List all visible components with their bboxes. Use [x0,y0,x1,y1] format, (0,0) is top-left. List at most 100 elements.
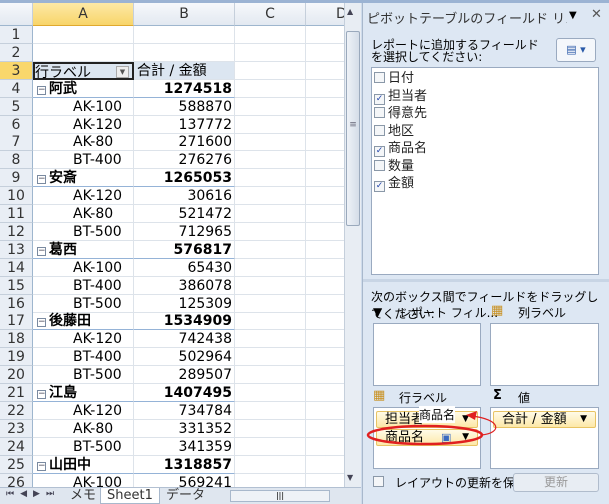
scroll-thumb[interactable]: ≡ [346,31,360,226]
cell-b[interactable]: 289507 [134,366,235,385]
cell-b[interactable]: 576817 [134,240,235,259]
cell-d[interactable] [306,420,344,438]
cell-c[interactable] [235,187,306,206]
cell-b[interactable]: 502964 [134,348,235,367]
field-item[interactable]: 地区 [374,123,414,140]
row-header[interactable]: 18 [0,330,33,349]
worksheet-grid[interactable]: A B C D 1 2 3 行ラベル ▼ 合計 / 金額 4 − 阿武 127451… [0,3,344,487]
cell-b[interactable]: 合計 / 金額 [134,61,235,80]
cell-a[interactable]: AK-100 [33,258,134,277]
cell-a[interactable]: AK-120 [33,330,134,349]
cell-c[interactable] [235,330,306,349]
cell-d[interactable] [306,456,344,474]
panel-menu-icon[interactable]: ▼ [569,10,577,21]
values-area[interactable]: 合計 / 金額 ▼ [490,407,599,469]
unchecked-checkbox-icon[interactable] [374,72,385,83]
row-header[interactable]: 17 [0,312,33,331]
row-header[interactable]: 23 [0,419,33,438]
row-header[interactable]: 13 [0,240,33,259]
row-header[interactable]: 26 [0,473,33,487]
cell-d[interactable] [306,44,344,62]
row-header[interactable]: 10 [0,187,33,206]
cell-d[interactable] [306,205,344,223]
cell-c[interactable] [235,473,306,487]
cell-a[interactable] [33,26,134,44]
cell-c[interactable] [235,384,306,402]
row-header[interactable]: 6 [0,115,33,134]
cell-a[interactable]: − 山田中 [33,455,134,474]
cell-d[interactable] [306,223,344,241]
row-header[interactable]: 12 [0,222,33,241]
cell-a[interactable]: − 阿武 [33,79,134,98]
collapse-icon[interactable]: − [37,85,46,95]
cell-d[interactable] [306,133,344,152]
cell-d[interactable] [306,348,344,367]
filter-dropdown-icon[interactable]: ▼ [116,65,129,78]
cell-b[interactable]: 521472 [134,205,235,223]
tab-memo[interactable]: メモ [64,488,102,504]
row-header[interactable]: 22 [0,401,33,420]
cell-a[interactable]: AK-120 [33,115,134,134]
column-header-c[interactable]: C [235,3,306,26]
row-header[interactable]: 24 [0,437,33,456]
collapse-icon[interactable]: − [37,246,46,256]
collapse-icon[interactable]: − [37,461,46,471]
cell-c[interactable] [235,26,306,44]
row-header[interactable]: 25 [0,455,33,474]
cell-a[interactable]: AK-80 [33,133,134,152]
cell-a[interactable] [33,43,134,62]
cell-a[interactable]: − 葛西 [33,240,134,259]
cell-c[interactable] [235,222,306,241]
cell-c[interactable] [235,312,306,331]
cell-c[interactable] [235,455,306,474]
cell-c[interactable] [235,133,306,152]
cell-a[interactable]: 行ラベル ▼ [33,61,134,80]
cell-b[interactable]: 712965 [134,222,235,241]
cell-c[interactable] [235,240,306,259]
cell-b[interactable]: 1534909 [134,312,235,331]
cell-c[interactable] [235,366,306,385]
defer-update-checkbox[interactable] [373,476,384,487]
column-header-d[interactable]: D [306,3,344,26]
scroll-up-icon[interactable]: ▲ [347,7,353,16]
row-header[interactable]: 3 [0,61,33,80]
cell-a[interactable]: BT-500 [33,437,134,456]
field-item[interactable]: 得意先 [374,105,427,122]
checked-checkbox-icon[interactable]: ✓ [374,93,385,105]
cell-b[interactable]: 588870 [134,97,235,116]
cell-b[interactable] [134,26,235,44]
cell-d[interactable] [306,26,344,44]
cell-d[interactable] [306,312,344,331]
collapse-icon[interactable]: − [37,390,46,399]
row-header[interactable]: 21 [0,384,33,402]
column-labels-area[interactable] [490,323,599,386]
cell-c[interactable] [235,79,306,98]
close-icon[interactable]: ✕ [591,7,602,22]
unchecked-checkbox-icon[interactable] [374,124,385,136]
cell-c[interactable] [235,258,306,277]
cell-a[interactable]: AK-100 [33,97,134,116]
column-header-a[interactable]: A [33,3,134,26]
checked-checkbox-icon[interactable]: ✓ [374,181,385,192]
cell-b[interactable]: 276276 [134,151,235,170]
tab-nav-icons[interactable]: ⏮◀▶⏭ [6,489,60,499]
collapse-icon[interactable]: − [37,175,46,185]
cell-a[interactable]: AK-100 [33,473,134,487]
horizontal-scrollbar[interactable]: ||| [230,490,330,502]
row-header[interactable]: 19 [0,348,33,367]
scroll-down-icon[interactable]: ▼ [347,473,353,482]
cell-c[interactable] [235,97,306,116]
row-header[interactable]: 20 [0,366,33,385]
cell-d[interactable] [306,151,344,170]
cell-c[interactable] [235,401,306,420]
value-field-sum-amount[interactable]: 合計 / 金額 ▼ [493,411,596,428]
cell-d[interactable] [306,169,344,188]
cell-c[interactable] [235,151,306,170]
column-header-b[interactable]: B [134,3,235,26]
cell-a[interactable]: BT-400 [33,151,134,170]
cell-d[interactable] [306,259,344,277]
cell-d[interactable] [306,384,344,402]
cell-b[interactable]: 742438 [134,330,235,349]
cell-c[interactable] [235,115,306,134]
cell-b[interactable]: 30616 [134,187,235,206]
